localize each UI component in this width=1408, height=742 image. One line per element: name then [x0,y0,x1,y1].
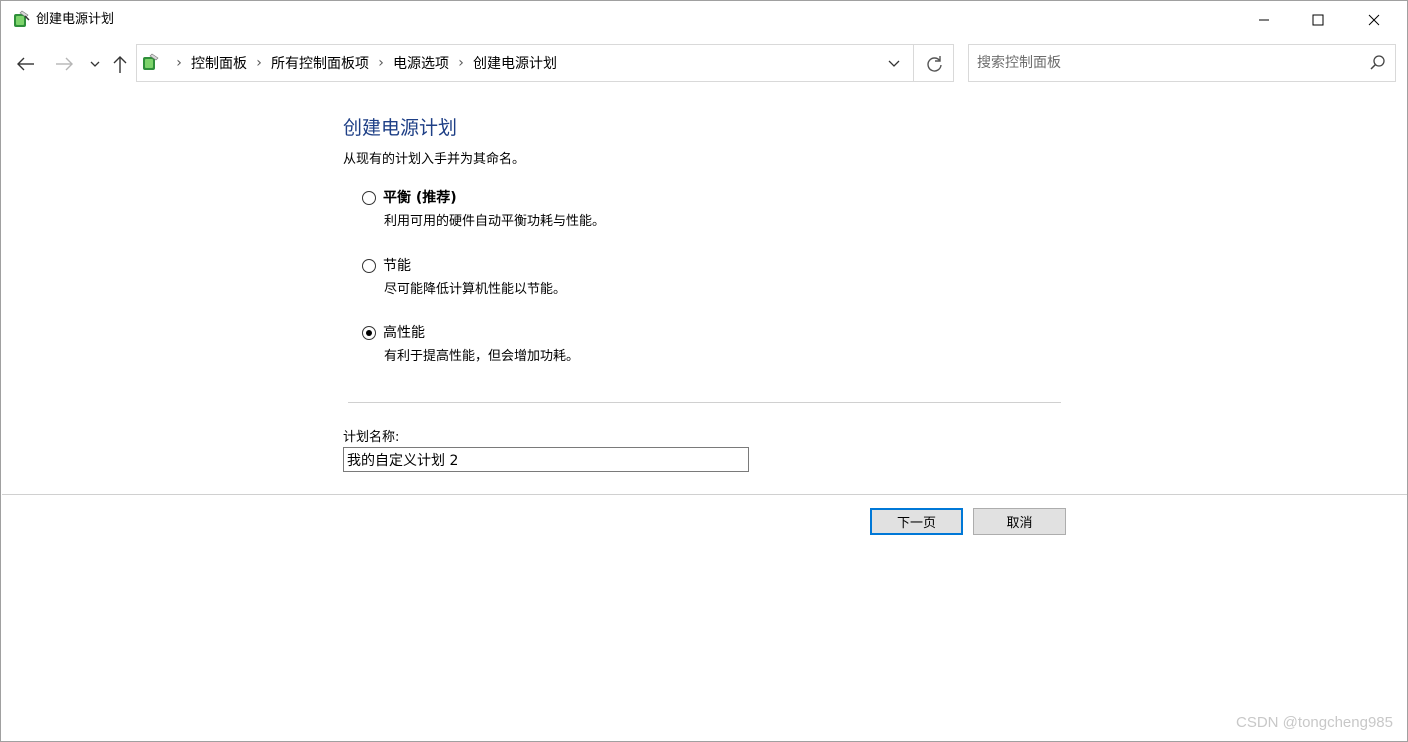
search-box[interactable] [968,44,1396,82]
chevron-down-icon [90,61,100,67]
chevron-right-icon[interactable]: › [449,55,473,71]
watermark: CSDN @tongcheng985 [1236,714,1393,731]
breadcrumb-all-items[interactable]: 所有控制面板项 [271,53,369,73]
option-label[interactable]: 节能 [383,257,411,275]
arrow-left-icon [17,57,34,71]
radio-power-saver[interactable] [362,259,376,273]
next-button[interactable]: 下一页 [870,508,963,535]
maximize-button[interactable] [1295,1,1341,39]
breadcrumb-create-plan[interactable]: 创建电源计划 [473,53,557,73]
breadcrumb-control-panel[interactable]: 控制面板 [191,53,247,73]
title-bar: 创建电源计划 [1,1,1407,39]
arrow-right-icon [56,57,73,71]
control-panel-icon [143,53,159,70]
close-icon [1368,14,1380,26]
option-description: 利用可用的硬件自动平衡功耗与性能。 [384,214,606,229]
cancel-button[interactable]: 取消 [973,508,1066,535]
address-dropdown-button[interactable] [883,53,905,73]
chevron-right-icon: › [176,55,182,71]
divider [348,402,1061,403]
breadcrumb-power-options[interactable]: 电源选项 [393,53,449,73]
radio-balanced[interactable] [362,191,376,205]
address-bar[interactable]: › 控制面板 › 所有控制面板项 › 电源选项 › 创建电源计划 [136,44,954,82]
plan-name-label: 计划名称: [343,430,400,445]
maximize-icon [1312,14,1324,26]
recent-locations-button[interactable] [85,51,107,77]
minimize-button[interactable] [1241,1,1287,39]
breadcrumb: › 控制面板 › 所有控制面板项 › 电源选项 › 创建电源计划 [167,45,557,81]
window-title: 创建电源计划 [36,12,115,27]
radio-high-performance[interactable] [362,326,376,340]
window: 创建电源计划 › 控制面板 › 所有控制面板项 › 电源选项 › 创建电源计划 … [0,0,1408,742]
page-description: 从现有的计划入手并为其命名。 [343,152,526,167]
footer-divider [2,494,1407,495]
page-title: 创建电源计划 [343,117,458,139]
plan-name-input[interactable] [343,447,749,472]
search-icon[interactable] [1369,54,1387,72]
refresh-button[interactable] [923,53,947,75]
minimize-icon [1259,19,1269,21]
chevron-right-icon[interactable]: › [247,55,271,71]
power-options-icon [14,10,30,27]
forward-button[interactable] [53,51,75,77]
address-divider [913,45,914,81]
back-button[interactable] [15,51,37,77]
close-button[interactable] [1351,1,1397,39]
search-input[interactable] [977,53,1357,73]
up-button[interactable] [109,51,131,77]
option-description: 尽可能降低计算机性能以节能。 [384,282,567,297]
chevron-right-icon[interactable]: › [369,55,393,71]
option-label[interactable]: 平衡 (推荐) [383,189,457,207]
option-description: 有利于提高性能，但会增加功耗。 [384,349,580,364]
option-label[interactable]: 高性能 [383,324,425,342]
arrow-up-icon [113,56,127,73]
refresh-icon [927,56,942,72]
chevron-down-icon [888,60,900,67]
